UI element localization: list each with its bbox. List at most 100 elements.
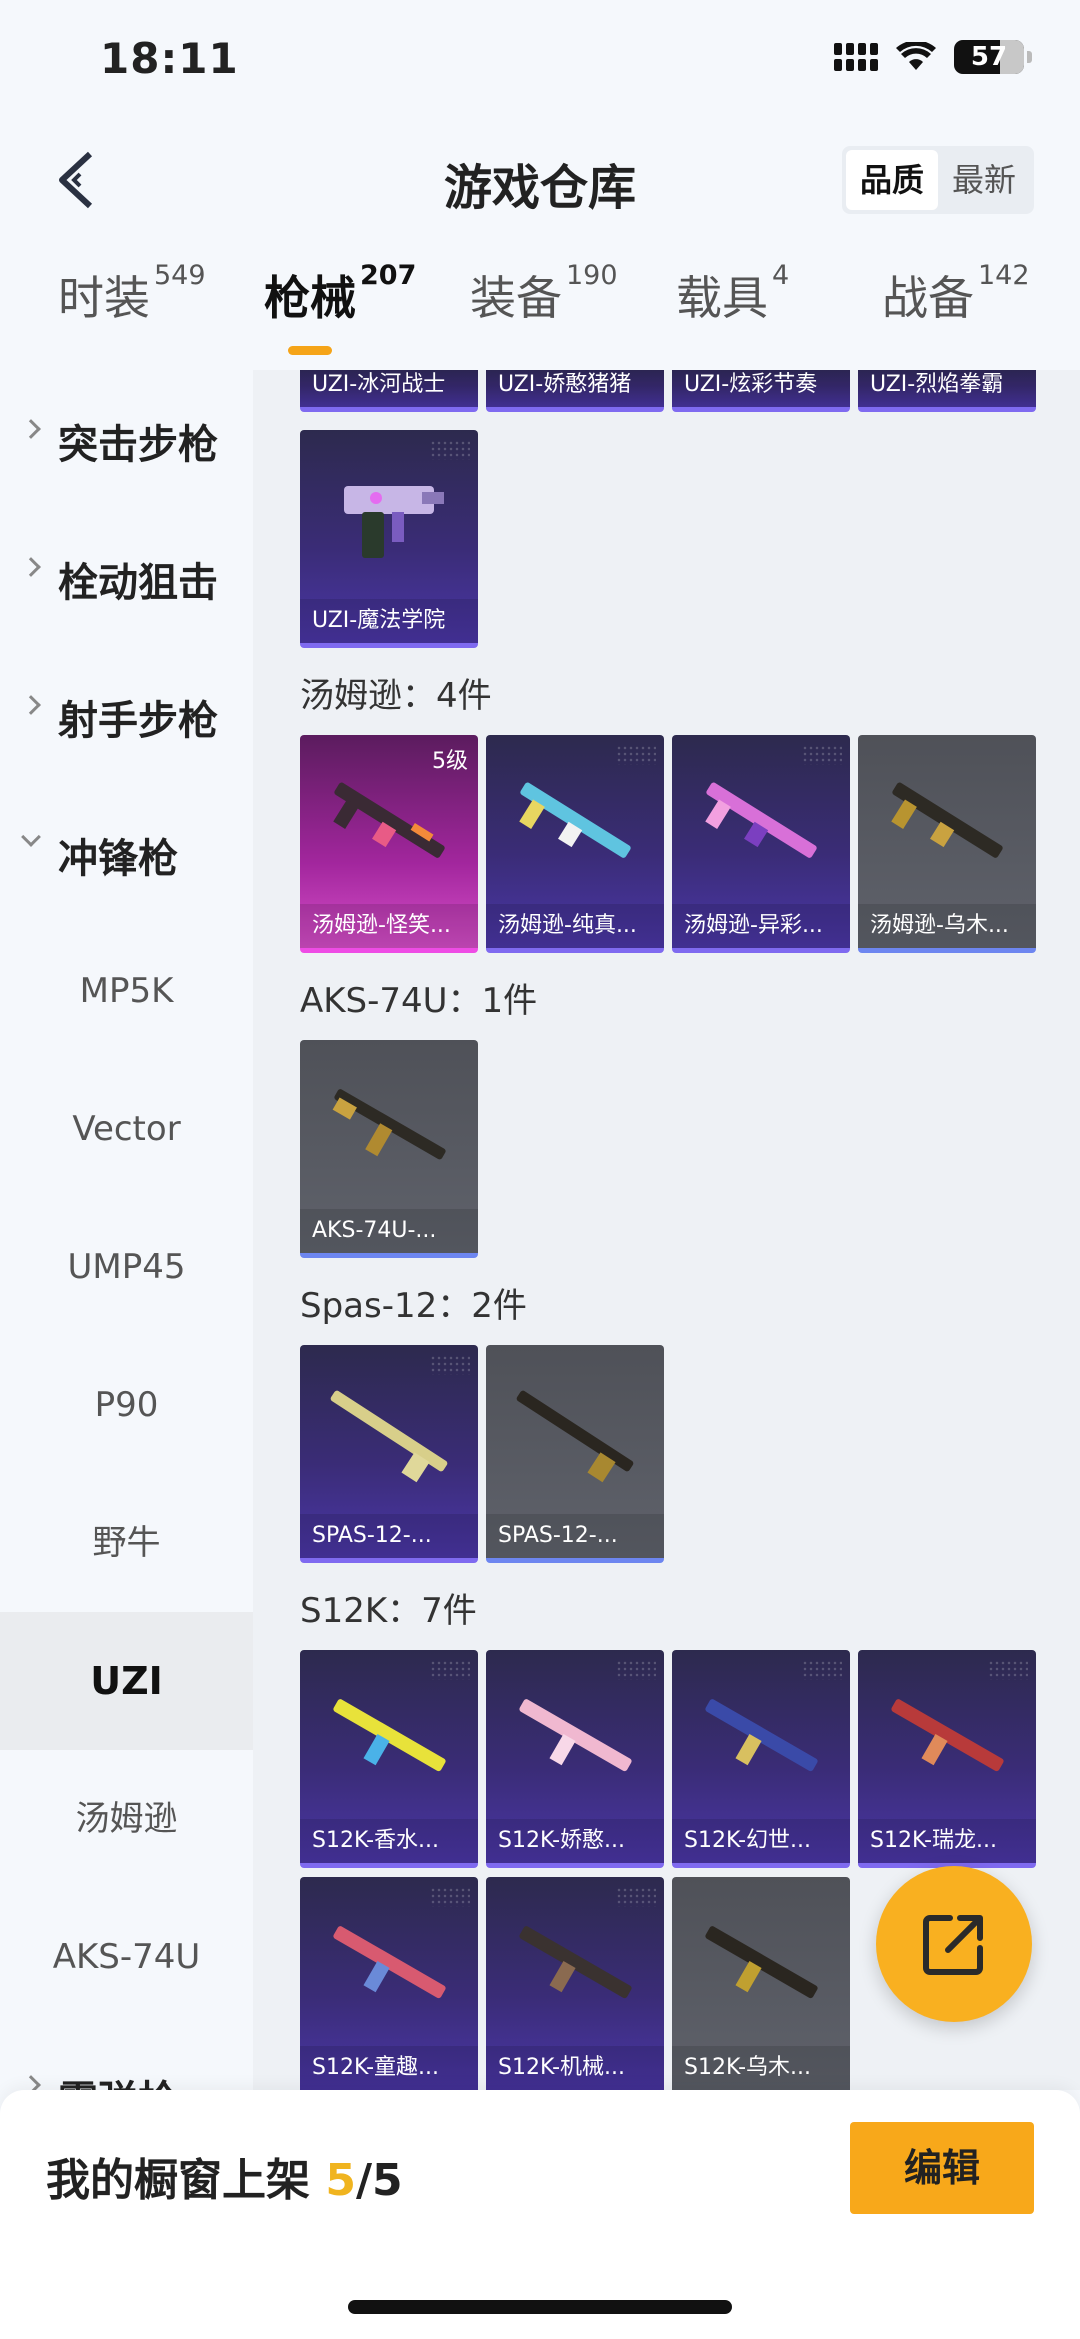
item-card[interactable]: 汤姆逊-纯真... (486, 735, 664, 953)
showcase-current-count: 5 (325, 2155, 356, 2206)
item-card[interactable]: UZI-冰河战士 (300, 370, 478, 412)
thompson-gun-icon (705, 782, 817, 858)
status-bar: 18:11 57 (0, 0, 1080, 120)
sidebar-item-bizon[interactable]: 野牛 (0, 1474, 253, 1612)
item-name: UZI-烈焰拳霸 (858, 370, 1036, 407)
item-name: UZI-冰河战士 (300, 370, 478, 407)
item-card[interactable]: UZI-烈焰拳霸 (858, 370, 1036, 412)
tab-vehicles[interactable]: 载具 4 (676, 260, 790, 328)
sidebar-category-assault-rifle[interactable]: 突击步枪 (0, 370, 253, 508)
chevron-right-icon (21, 557, 41, 577)
item-card[interactable]: S12K-香水... (300, 1650, 478, 1868)
s12k-gun-icon (891, 1699, 1004, 1772)
sidebar-category-shotgun[interactable]: 霰弹枪 (0, 2026, 253, 2090)
thompson-gun-icon (891, 782, 1003, 858)
signal-icon (834, 43, 878, 71)
chevron-down-icon (21, 827, 41, 847)
sidebar: 突击步枪 栓动狙击 射手步枪 冲锋枪 MP5K Vector UMP45 P90… (0, 370, 253, 2090)
item-name: S12K-香水... (300, 1819, 478, 1863)
s12k-gun-icon (519, 1699, 632, 1772)
item-card[interactable]: S12K-幻世... (672, 1650, 850, 1868)
showcase-total-count: /5 (355, 2155, 403, 2206)
sidebar-category-marksman[interactable]: 射手步枪 (0, 646, 253, 784)
tab-label: 装备 (470, 271, 562, 325)
item-card[interactable]: 汤姆逊-乌木... (858, 735, 1036, 953)
home-indicator[interactable] (348, 2300, 732, 2314)
item-card[interactable]: SPAS-12-... (300, 1345, 478, 1563)
item-card[interactable]: AKS-74U-... (300, 1040, 478, 1258)
sidebar-item-aks74u[interactable]: AKS-74U (0, 1888, 253, 2026)
tab-count: 4 (772, 260, 790, 291)
item-card[interactable]: S12K-乌木... (672, 1877, 850, 2090)
battery-icon: 57 (954, 40, 1032, 74)
showcase-label-text: 我的橱窗上架 (46, 2155, 310, 2206)
section-title: 汤姆逊：4件 (300, 676, 492, 716)
sort-toggle: 品质 最新 (841, 146, 1034, 214)
item-card[interactable]: UZI-娇憨猪猪 (486, 370, 664, 412)
item-name: UZI-魔法学院 (300, 599, 478, 643)
tab-label: 战备 (882, 271, 974, 325)
s12k-gun-icon (333, 1926, 446, 1999)
sidebar-item-uzi[interactable]: UZI (0, 1612, 253, 1750)
s12k-gun-icon (705, 1926, 818, 1999)
tab-count: 190 (566, 260, 618, 291)
item-name: UZI-炫彩节奏 (672, 370, 850, 407)
item-card[interactable]: 汤姆逊-异彩... (672, 735, 850, 953)
item-card[interactable]: S12K-机械... (486, 1877, 664, 2090)
aks74u-gun-icon (332, 1089, 446, 1160)
sidebar-item-ump45[interactable]: UMP45 (0, 1198, 253, 1336)
item-card[interactable]: UZI-炫彩节奏 (672, 370, 850, 412)
tab-firearms[interactable]: 枪械 207 (264, 260, 417, 355)
item-name: S12K-幻世... (672, 1819, 850, 1863)
sort-option-newest[interactable]: 最新 (938, 150, 1030, 210)
item-card[interactable]: SPAS-12-... (486, 1345, 664, 1563)
item-name: S12K-瑞龙... (858, 1819, 1036, 1863)
tab-active-indicator (288, 346, 332, 355)
item-card[interactable]: S12K-娇憨... (486, 1650, 664, 1868)
share-button[interactable] (876, 1866, 1032, 2022)
tab-label: 时装 (58, 271, 150, 325)
section-title: Spas-12：2件 (300, 1286, 527, 1326)
category-tabs: 时装 549 枪械 207 装备 190 载具 4 战备 142 (0, 260, 1080, 362)
sidebar-item-vector[interactable]: Vector (0, 1060, 253, 1198)
item-card[interactable]: S12K-瑞龙... (858, 1650, 1036, 1868)
sidebar-category-label: 突击步枪 (58, 422, 218, 468)
item-name: UZI-娇憨猪猪 (486, 370, 664, 407)
tab-equipment[interactable]: 装备 190 (470, 260, 618, 328)
sidebar-item-mp5k[interactable]: MP5K (0, 922, 253, 1060)
tab-count: 207 (360, 260, 417, 291)
wifi-icon (896, 42, 936, 70)
item-name: 汤姆逊-异彩... (672, 904, 850, 948)
uzi-gun-icon (344, 486, 444, 558)
item-card[interactable]: UZI-魔法学院 (300, 430, 478, 648)
tab-label: 枪械 (264, 271, 356, 325)
item-grid: UZI-冰河战士 UZI-娇憨猪猪 UZI-炫彩节奏 UZI-烈焰拳霸 UZI-… (253, 370, 1080, 2090)
sidebar-item-thompson[interactable]: 汤姆逊 (0, 1750, 253, 1888)
item-name: S12K-乌木... (672, 2046, 850, 2090)
sidebar-category-smg[interactable]: 冲锋枪 (0, 784, 253, 922)
sidebar-item-p90[interactable]: P90 (0, 1336, 253, 1474)
tab-count: 549 (154, 260, 206, 291)
item-card[interactable]: 5级 汤姆逊-怪笑... (300, 735, 478, 953)
item-card[interactable]: S12K-童趣... (300, 1877, 478, 2090)
item-name: SPAS-12-... (300, 1514, 478, 1558)
item-name: 汤姆逊-怪笑... (300, 904, 478, 948)
item-name: S12K-娇憨... (486, 1819, 664, 1863)
sidebar-category-label: 射手步枪 (58, 698, 218, 744)
edit-button[interactable]: 编辑 (850, 2122, 1034, 2214)
showcase-label: 我的橱窗上架 5/5 (46, 2144, 403, 2208)
share-external-icon (923, 1915, 983, 1975)
thompson-gun-icon (519, 782, 631, 858)
thompson-gun-icon (333, 782, 445, 858)
s12k-gun-icon (333, 1699, 446, 1772)
tab-count: 142 (978, 260, 1030, 291)
spas12-gun-icon (330, 1390, 448, 1483)
chevron-right-icon (21, 2075, 41, 2090)
sidebar-category-label: 霰弹枪 (58, 2068, 178, 2090)
chevron-right-icon (21, 695, 41, 715)
tab-tactical[interactable]: 战备 142 (882, 260, 1030, 328)
sort-option-quality[interactable]: 品质 (845, 150, 938, 210)
sidebar-category-bolt-sniper[interactable]: 栓动狙击 (0, 508, 253, 646)
section-title: AKS-74U：1件 (300, 981, 538, 1021)
tab-fashion[interactable]: 时装 549 (58, 260, 206, 328)
